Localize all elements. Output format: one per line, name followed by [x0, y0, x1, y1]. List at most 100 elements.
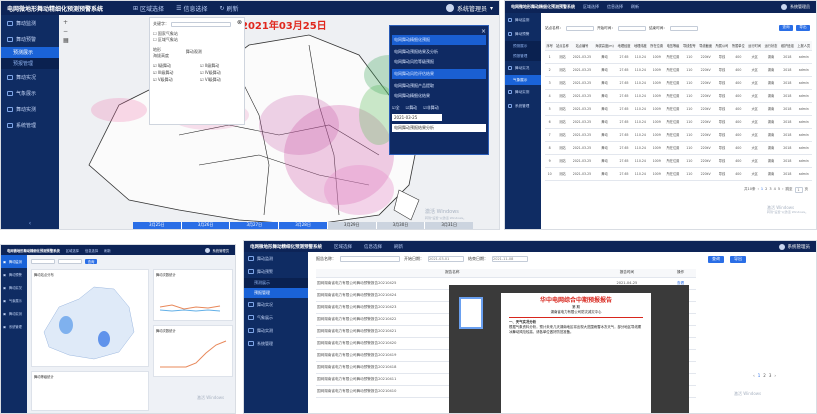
pager-page[interactable]: 2	[763, 373, 766, 378]
nav-info-select[interactable]: 信息选择	[364, 244, 382, 250]
end-date-input[interactable]	[669, 25, 698, 31]
pager-next-icon[interactable]: ›	[774, 373, 776, 378]
nav-region-select[interactable]: 区域选择	[334, 244, 352, 250]
collapse-icon[interactable]: ‹	[1, 220, 59, 227]
legend-level-3[interactable]: ☑ III级舞动	[153, 70, 194, 76]
sidebar-item-live[interactable]: 舞动实况	[505, 61, 541, 75]
table-row[interactable]: 7 测站 2021-03-25 舞动 27.65 110.24 1009 所在位置 110 220…	[545, 128, 812, 142]
pdf-thumbnail[interactable]	[459, 297, 483, 329]
pager-jump-input[interactable]: 1	[794, 187, 803, 193]
nav-refresh[interactable]: 刷新	[104, 248, 111, 253]
pager-page[interactable]: 2	[765, 187, 767, 193]
search-button[interactable]: 查询	[708, 256, 724, 263]
start-date-input[interactable]	[617, 25, 646, 31]
panel-item-4[interactable]: 电网舞动预报产品提取	[392, 81, 486, 91]
table-row[interactable]: 5 测站 2021-03-25 舞动 27.65 110.24 1009 所在位置 110 220…	[545, 102, 812, 116]
timeline-day[interactable]: 3月25日	[133, 222, 182, 229]
sidebar-item-live[interactable]: ▣ 舞动实况	[1, 281, 27, 294]
nav-refresh[interactable]: 刷新	[631, 4, 639, 10]
timeline-day[interactable]: 3月27日	[230, 222, 280, 229]
panel-item-5[interactable]: 电网舞动精细化结果	[392, 91, 486, 101]
sidebar-item-system[interactable]: 系统管理	[244, 337, 308, 350]
sidebar-item-forecast-display[interactable]: 预测展示	[244, 278, 308, 288]
date-input[interactable]	[31, 259, 55, 264]
table-row[interactable]: 10 测站 2021-03-25 舞动 27.65 110.24 1009 所在位置 110 22…	[545, 167, 812, 181]
zoom-out-icon[interactable]: −	[63, 28, 69, 35]
check-all[interactable]: ☑全	[392, 105, 400, 111]
export-button[interactable]: 导出	[796, 25, 810, 31]
sidebar-item-system[interactable]: ▣ 系统管理	[1, 320, 27, 333]
legend-search-input[interactable]	[171, 21, 231, 27]
nav-refresh[interactable]: ↻ 刷新	[219, 4, 238, 13]
timeline-day[interactable]: 3月28日	[279, 222, 328, 229]
export-button[interactable]: 导出	[730, 256, 746, 263]
pager-prev-icon[interactable]: ‹	[758, 187, 759, 193]
pager-page[interactable]: 1	[761, 187, 763, 193]
panel-select[interactable]: 电网舞动预报结果分析	[392, 124, 486, 132]
user-menu[interactable]: 系统管理员	[778, 243, 810, 250]
timeline-day[interactable]: 3月26日	[181, 222, 231, 229]
distribution-map[interactable]	[34, 277, 146, 365]
timeline-day[interactable]: 3月30日	[376, 222, 426, 229]
sidebar-item-forecast-display[interactable]: 预测展示	[1, 47, 59, 58]
sidebar-item-warning[interactable]: 舞动预警	[1, 31, 59, 47]
user-menu[interactable]: 系统管理员	[204, 247, 229, 253]
sidebar-item-monitor[interactable]: 舞动监测	[1, 15, 59, 31]
panel-item-2[interactable]: 电网舞动风险等级预报	[392, 57, 486, 67]
sidebar-item-measure[interactable]: 舞动实测	[505, 85, 541, 99]
sidebar-item-weather[interactable]: 气象展示	[1, 85, 59, 101]
nav-info-select[interactable]: 信息选择	[85, 248, 98, 253]
zoom-in-icon[interactable]: +	[63, 19, 69, 26]
sidebar-item-weather[interactable]: 气象展示	[505, 75, 541, 85]
table-row[interactable]: 1 测站 2021-03-25 舞动 27.65 110.24 1009 所在位置 110 220…	[545, 50, 812, 64]
sidebar-item-measure[interactable]: ▣ 舞动实测	[1, 307, 27, 320]
nav-info-select[interactable]: 信息选择	[607, 4, 623, 10]
start-date-input[interactable]: 2021-03-01	[428, 256, 464, 262]
layers-icon[interactable]: ▦	[63, 37, 69, 44]
sidebar-item-forecast-manage[interactable]: 预报管理	[244, 288, 308, 298]
timeline-day[interactable]: 3月31日	[425, 222, 474, 229]
sidebar-item-warning[interactable]: 舞动预警	[505, 27, 541, 41]
search-button[interactable]: 查询	[85, 259, 97, 264]
sidebar-item-forecast-manage[interactable]: 预报管理	[505, 51, 541, 61]
sidebar-item-live[interactable]: 舞动实况	[244, 298, 308, 311]
sidebar-item-measure[interactable]: 舞动实测	[244, 324, 308, 337]
sidebar-item-monitor[interactable]: 舞动监测	[244, 252, 308, 265]
nav-region-select[interactable]: 区域选择	[66, 248, 79, 253]
timeline-day[interactable]: 3月29日	[327, 222, 377, 229]
pager-page[interactable]: 1	[758, 373, 761, 378]
date-input[interactable]	[58, 259, 82, 264]
report-name-input[interactable]	[340, 256, 400, 262]
pager-page[interactable]: 4	[774, 187, 776, 193]
table-row[interactable]: 8 测站 2021-03-25 舞动 27.65 110.24 1009 所在位置 110 220…	[545, 141, 812, 155]
sidebar-item-forecast-manage[interactable]: 预报管理	[1, 58, 59, 69]
user-menu[interactable]: 系统管理员 ▾	[445, 4, 493, 13]
close-icon[interactable]: ⊗	[237, 19, 242, 26]
check-nodance[interactable]: ☑非舞动	[423, 105, 439, 111]
panel-date-field[interactable]: 2021-03-25	[392, 114, 442, 121]
legend-level-2[interactable]: ☑ II级舞动	[200, 63, 241, 69]
legend-level-6[interactable]: ☑ VI级舞动	[200, 77, 241, 83]
sidebar-item-measure[interactable]: 舞动实测	[1, 101, 59, 117]
station-input[interactable]	[565, 25, 594, 31]
sidebar-item-system[interactable]: 系统管理	[505, 99, 541, 113]
sidebar-item-warning[interactable]: 舞动预警	[244, 265, 308, 278]
legend-level-4[interactable]: ☑ IV级舞动	[200, 70, 241, 76]
sidebar-item-monitor[interactable]: ▣ 舞动监测	[1, 255, 27, 268]
legend-level-5[interactable]: ☑ V级舞动	[153, 77, 194, 83]
sidebar-item-forecast-display[interactable]: 预测展示	[505, 41, 541, 51]
sidebar-item-weather[interactable]: ▣ 气象展示	[1, 294, 27, 307]
pager-prev-icon[interactable]: ‹	[753, 373, 755, 378]
panel-item-1[interactable]: 电网舞动预报结果及分析	[392, 47, 486, 57]
pager-page[interactable]: 3	[769, 373, 772, 378]
pager-page[interactable]: 3	[769, 187, 771, 193]
sidebar-item-live[interactable]: 舞动实况	[1, 69, 59, 85]
sidebar-item-monitor[interactable]: 舞动监测	[505, 13, 541, 27]
panel-item-3[interactable]: 电网舞动风险评估结果	[392, 69, 486, 79]
close-icon[interactable]: ×	[392, 28, 486, 35]
end-date-input[interactable]: 2021-11-08	[492, 256, 528, 262]
legend-level-1[interactable]: ☑ I级舞动	[153, 63, 194, 69]
nav-region-select[interactable]: 区域选择	[583, 4, 599, 10]
legend-check-region[interactable]: ☐ 区域气象站	[153, 37, 178, 43]
nav-refresh[interactable]: 刷新	[394, 244, 403, 250]
